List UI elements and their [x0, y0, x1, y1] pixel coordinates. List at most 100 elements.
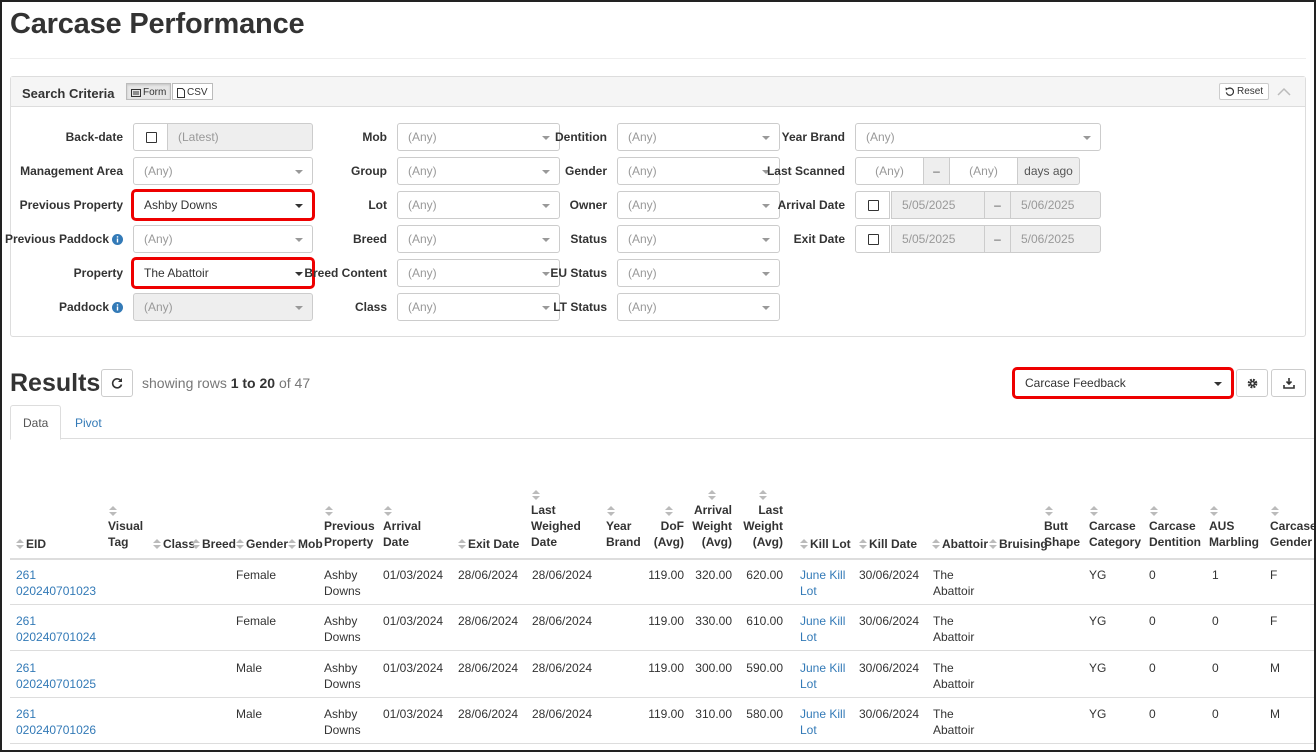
exit-date-from[interactable]: 5/05/2025: [891, 225, 985, 253]
showing-prefix: showing rows: [142, 375, 227, 391]
backdate-checkbox[interactable]: [133, 123, 168, 151]
sort-icon: [288, 539, 296, 549]
kill-lot-link[interactable]: June Kill Lot: [800, 706, 845, 738]
paddock-select[interactable]: (Any): [133, 293, 313, 321]
lot-select[interactable]: (Any): [397, 191, 560, 219]
column-header-previous-property[interactable]: Previous Property: [324, 506, 375, 550]
column-header-class[interactable]: Class: [153, 536, 195, 553]
column-header-arrival-weight[interactable]: Arrival Weight (Avg): [692, 490, 732, 550]
class-select[interactable]: (Any): [397, 293, 560, 321]
column-header-label: Tag: [108, 535, 129, 549]
column-header-carcase-dentition[interactable]: Carcase Dentition: [1149, 506, 1201, 550]
column-header-last-weight[interactable]: Last Weight (Avg): [743, 490, 783, 550]
collapse-chevron-icon[interactable]: [1277, 85, 1291, 99]
column-header-visual-tag[interactable]: Visual Tag: [108, 506, 143, 550]
chevron-down-icon: [295, 204, 303, 208]
column-header-kill-lot[interactable]: Kill Lot: [800, 536, 851, 553]
mob-select[interactable]: (Any): [397, 123, 560, 151]
column-header-label: Carcase: [1149, 519, 1196, 533]
eid-link[interactable]: 261 020240701023: [16, 567, 96, 599]
sort-icon: [532, 490, 540, 500]
year-brand-label: Year Brand: [781, 130, 845, 144]
arrival-date-to[interactable]: 5/06/2025: [1010, 191, 1101, 219]
dof-cell-text: 119.00: [648, 568, 684, 582]
dentition-select[interactable]: (Any): [617, 123, 780, 151]
column-header-label: Exit Date: [468, 537, 520, 551]
chevron-down-icon: [542, 272, 550, 276]
column-header-mob[interactable]: Mob: [288, 536, 323, 553]
lt-status-select[interactable]: (Any): [617, 293, 780, 321]
owner-select[interactable]: (Any): [617, 191, 780, 219]
tab-pivot[interactable]: Pivot: [63, 405, 114, 440]
column-header-carcase-category[interactable]: Carcase Category: [1089, 506, 1141, 550]
report-type-select[interactable]: Carcase Feedback: [1012, 367, 1234, 399]
column-header-dof-avg[interactable]: DoF (Avg): [654, 506, 684, 550]
refresh-button[interactable]: [101, 369, 133, 397]
management-area-select[interactable]: (Any): [133, 157, 313, 185]
property-select[interactable]: The Abattoir: [131, 257, 315, 289]
column-header-last-weighed-date[interactable]: Last Weighed Date: [531, 490, 581, 550]
column-header-butt-shape[interactable]: Butt Shape: [1044, 506, 1080, 550]
previous-property-cell-text: Ashby: [324, 614, 358, 629]
column-header-bruising[interactable]: Bruising: [989, 536, 1048, 553]
column-header-breed[interactable]: Breed: [192, 536, 236, 553]
eid-link-text: 261: [16, 660, 37, 675]
kill-lot-link[interactable]: June Kill Lot: [800, 660, 845, 692]
exit-date-checkbox[interactable]: [855, 225, 890, 253]
form-toggle-label: Form: [143, 87, 167, 98]
gender-cell: Female: [236, 613, 276, 629]
sort-icon: [708, 490, 717, 500]
column-header-eid[interactable]: EID: [16, 536, 46, 553]
previous-paddock-select[interactable]: (Any): [133, 225, 313, 253]
info-icon[interactable]: [112, 233, 123, 245]
csv-toggle-button[interactable]: CSV: [172, 83, 213, 100]
undo-icon: [1225, 87, 1234, 96]
chevron-down-icon: [542, 136, 550, 140]
tab-data[interactable]: Data: [10, 405, 62, 440]
carcase-dentition-cell-text: 0: [1149, 706, 1156, 721]
column-header-year-brand[interactable]: Year Brand: [606, 506, 641, 550]
info-icon[interactable]: [112, 301, 123, 313]
abattoir-cell-text: Abattoir: [933, 630, 975, 645]
column-header-aus-marbling[interactable]: AUS Marbling: [1209, 506, 1259, 550]
lot-value: (Any): [408, 198, 437, 212]
last-weight-cell-text: 590.00: [746, 660, 783, 675]
breed-content-select[interactable]: (Any): [397, 259, 560, 287]
dof-cell: 119.00: [648, 706, 684, 722]
chevron-down-icon: [762, 238, 770, 242]
gender-label: Gender: [564, 164, 607, 178]
kill-lot-link[interactable]: June Kill Lot: [800, 567, 845, 599]
gender-select[interactable]: (Any): [617, 157, 780, 185]
column-header-carcase-gender[interactable]: Carcase Gender: [1270, 506, 1314, 550]
download-button[interactable]: [1271, 369, 1306, 397]
arrival-weight-cell: 320.00: [695, 567, 732, 583]
breed-select[interactable]: (Any): [397, 225, 560, 253]
column-header-gender[interactable]: Gender: [236, 536, 288, 553]
group-select[interactable]: (Any): [397, 157, 560, 185]
eid-link[interactable]: 261 020240701025: [16, 660, 96, 692]
eid-link[interactable]: 261 020240701024: [16, 613, 96, 645]
reset-button[interactable]: Reset: [1219, 83, 1270, 100]
column-header-abattoir[interactable]: Abattoir: [932, 536, 988, 553]
last-weight-cell-text: 620.00: [746, 568, 783, 582]
column-header-kill-date[interactable]: Kill Date: [859, 536, 917, 553]
settings-button[interactable]: [1236, 369, 1268, 397]
arrival-date-from[interactable]: 5/05/2025: [891, 191, 985, 219]
previous-property-select[interactable]: Ashby Downs: [131, 189, 315, 221]
kill-lot-link[interactable]: June Kill Lot: [800, 613, 845, 645]
dof-cell: 119.00: [648, 567, 684, 583]
form-toggle-button[interactable]: Form: [126, 83, 172, 100]
column-header-exit-date[interactable]: Exit Date: [458, 536, 519, 553]
carcase-gender-cell-text: M: [1270, 706, 1280, 721]
eu-status-select[interactable]: (Any): [617, 259, 780, 287]
arrival-date-checkbox[interactable]: [855, 191, 890, 219]
eid-link[interactable]: 261 020240701026: [16, 706, 96, 738]
last-scanned-to-input[interactable]: (Any): [949, 157, 1018, 185]
column-header-arrival-date[interactable]: Arrival Date: [383, 506, 421, 550]
exit-date-to[interactable]: 5/06/2025: [1010, 225, 1101, 253]
last-scanned-from-input[interactable]: (Any): [855, 157, 924, 185]
year-brand-select[interactable]: (Any): [855, 123, 1101, 151]
status-select[interactable]: (Any): [617, 225, 780, 253]
backdate-input[interactable]: (Latest): [167, 123, 313, 151]
kill-date-cell: 30/06/2024: [859, 706, 919, 722]
